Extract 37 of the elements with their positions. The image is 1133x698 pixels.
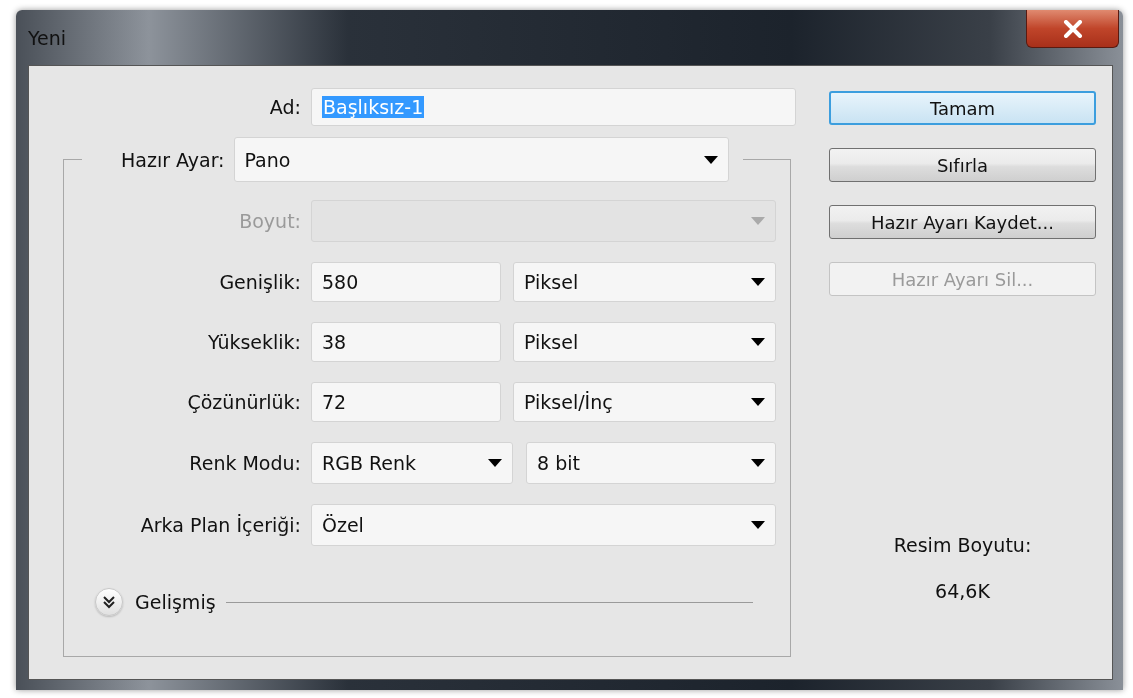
close-icon: [1062, 19, 1083, 38]
unit-dropdown[interactable]: Piksel: [513, 322, 776, 362]
expand-button[interactable]: [95, 588, 123, 616]
field-label: Boyut:: [239, 210, 301, 232]
section-label: Gelişmiş: [135, 591, 216, 613]
number-field[interactable]: 580: [311, 262, 501, 302]
dropdown-arrow-icon: [751, 338, 765, 346]
dropdown[interactable]: Özel: [311, 504, 776, 546]
field-label: Çözünürlük:: [187, 391, 301, 413]
dialog-button[interactable]: Tamam: [829, 91, 1096, 125]
dropdown-arrow-icon: [751, 398, 765, 406]
mode-dropdown[interactable]: RGB Renk: [311, 442, 513, 484]
field-label: Arka Plan İçeriği:: [140, 514, 301, 536]
number-field[interactable]: 72: [311, 382, 501, 422]
dropdown-arrow-icon: [703, 155, 718, 164]
dialog-button[interactable]: Hazır Ayarı Kaydet...: [829, 205, 1096, 239]
dropdown-arrow-icon: [751, 459, 765, 467]
field-label: Renk Modu:: [189, 452, 301, 474]
dialog-button[interactable]: Sıfırla: [829, 148, 1096, 182]
dropdown-arrow-icon: [751, 217, 765, 225]
size-label: Resim Boyutu:: [893, 534, 1032, 556]
window-title: Yeni: [28, 27, 67, 49]
close-button[interactable]: [1026, 10, 1119, 48]
field-label: Ad:: [269, 96, 301, 118]
preset-dropdown[interactable]: Pano: [233, 137, 729, 182]
unit-dropdown[interactable]: Piksel/İnç: [513, 382, 776, 422]
depth-dropdown[interactable]: 8 bit: [526, 442, 776, 484]
dropdown-arrow-icon: [488, 459, 502, 467]
field-label: Genişlik:: [219, 271, 301, 293]
unit-dropdown[interactable]: Piksel: [513, 262, 776, 302]
field-label: Hazır Ayar:: [121, 148, 225, 171]
number-field[interactable]: 38: [311, 322, 501, 362]
chevron-icon: [103, 595, 115, 609]
size-value: 64,6K: [935, 580, 990, 602]
dropdown-arrow-icon: [751, 278, 765, 286]
dropdown-arrow-icon: [751, 521, 765, 529]
field-label: Yükseklik:: [207, 331, 301, 353]
